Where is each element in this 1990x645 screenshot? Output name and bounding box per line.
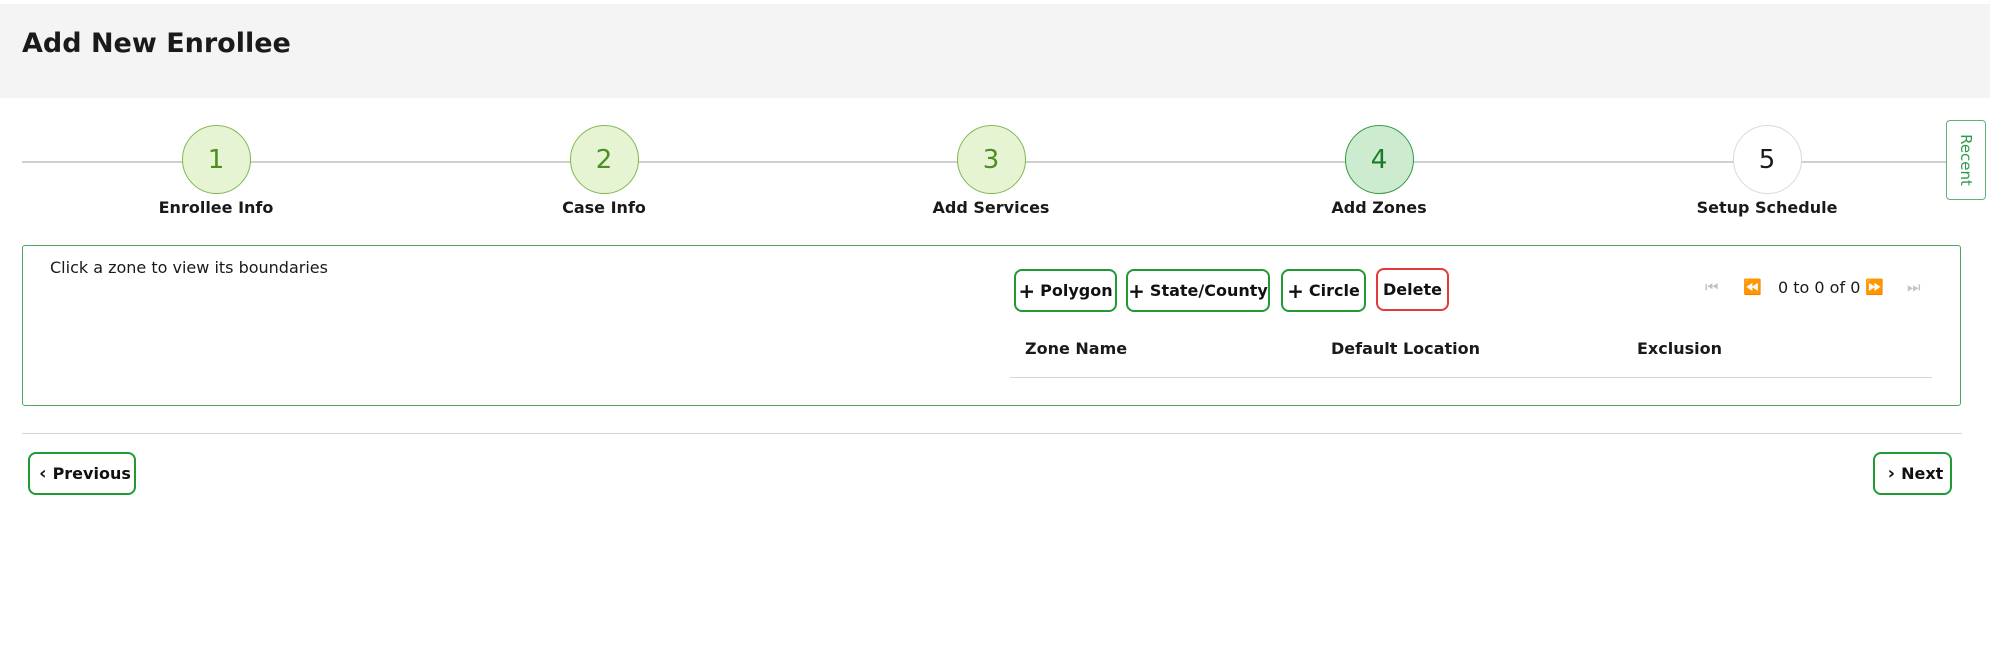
step-label: Enrollee Info (158, 198, 274, 217)
add-polygon-button[interactable]: + Polygon (1014, 269, 1117, 312)
delete-zone-label: Delete (1383, 280, 1442, 299)
step-circle: 5 (1732, 125, 1802, 194)
add-polygon-label: Polygon (1040, 281, 1113, 300)
page-header: Add New Enrollee (0, 4, 1990, 98)
step-label: Add Services (932, 198, 1050, 217)
chevron-left-icon: ‹ (39, 463, 47, 484)
step-add-services[interactable]: 3 Add Services (891, 125, 1091, 217)
next-label: Next (1901, 464, 1944, 483)
column-header-zone-name[interactable]: Zone Name (1025, 339, 1127, 358)
next-page-icon[interactable]: ⏩ (1865, 278, 1884, 296)
add-circle-button[interactable]: + Circle (1281, 269, 1366, 312)
table-header-divider (1010, 377, 1932, 378)
chevron-right-icon: › (1887, 463, 1896, 484)
add-circle-label: Circle (1308, 281, 1360, 300)
step-label: Case Info (562, 198, 646, 217)
zones-hint: Click a zone to view its boundaries (50, 258, 328, 277)
step-circle: 1 (181, 125, 251, 194)
add-state-county-label: State/County (1149, 281, 1268, 300)
step-case-info[interactable]: 2 Case Info (504, 125, 704, 217)
plus-icon: + (1128, 278, 1145, 303)
page-title: Add New Enrollee (22, 28, 291, 59)
add-state-county-button[interactable]: + State/County (1126, 269, 1270, 312)
previous-label: Previous (52, 464, 131, 483)
step-circle: 4 (1344, 125, 1414, 194)
step-circle: 2 (569, 125, 639, 194)
column-header-exclusion[interactable]: Exclusion (1637, 339, 1722, 358)
step-label: Add Zones (1331, 198, 1427, 217)
recent-tab[interactable]: Recent (1946, 120, 1986, 200)
next-button[interactable]: › Next (1873, 452, 1952, 495)
delete-zone-button[interactable]: Delete (1376, 268, 1449, 311)
previous-button[interactable]: ‹ Previous (28, 452, 136, 495)
column-header-default-location[interactable]: Default Location (1331, 339, 1480, 358)
recent-tab-label: Recent (1957, 134, 1975, 186)
section-divider (22, 433, 1962, 434)
step-label: Setup Schedule (1696, 198, 1838, 217)
step-circle: 3 (956, 125, 1026, 194)
pager-summary: 0 to 0 of 0 (1778, 278, 1861, 297)
previous-page-icon[interactable]: ⏪ (1743, 278, 1762, 296)
step-add-zones[interactable]: 4 Add Zones (1279, 125, 1479, 217)
step-setup-schedule[interactable]: 5 Setup Schedule (1667, 125, 1867, 217)
first-page-icon[interactable]: ⏮ (1705, 278, 1719, 296)
last-page-icon[interactable]: ⏭ (1907, 278, 1921, 296)
step-enrollee-info[interactable]: 1 Enrollee Info (116, 125, 316, 217)
plus-icon: + (1018, 278, 1036, 303)
plus-icon: + (1287, 278, 1304, 303)
